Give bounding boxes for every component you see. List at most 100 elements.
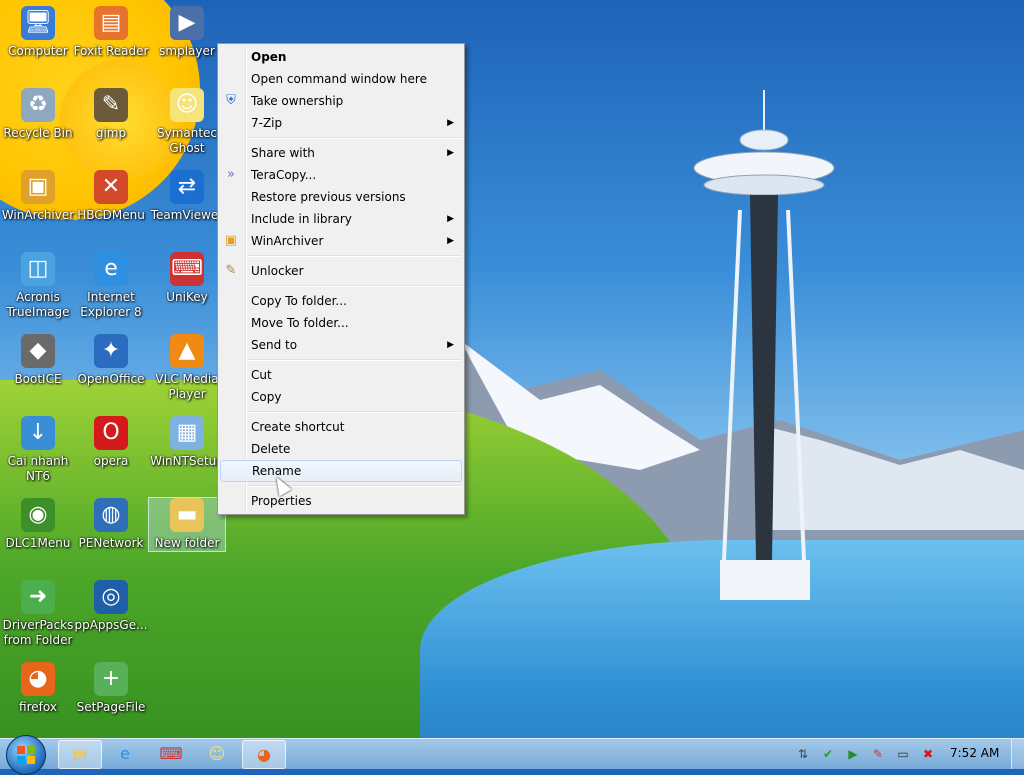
- windows-logo-icon: [17, 746, 35, 764]
- recycle-bin-icon: ♻: [21, 88, 55, 122]
- menu-item-7-zip[interactable]: 7-Zip ▶: [218, 112, 464, 134]
- desktop-icon[interactable]: ↓ Cai nhanh NT6: [0, 416, 76, 484]
- taskbar-button[interactable]: ▤: [58, 740, 102, 769]
- desktop-icon[interactable]: ➜ DriverPacks from Folder: [0, 580, 76, 648]
- menu-item-label: Copy: [251, 390, 282, 404]
- menu-item-take-ownership[interactable]: ⛨ Take ownership: [218, 90, 464, 112]
- media-tray-icon[interactable]: ▶: [845, 746, 861, 762]
- taskbar-button[interactable]: ⌨: [150, 740, 192, 767]
- desktop-icon[interactable]: ☺ Symantec Ghost: [149, 88, 225, 156]
- ghost-icon: ☺: [170, 88, 204, 122]
- desktop-icon[interactable]: ◍ PENetwork: [73, 498, 149, 551]
- desktop-icon-label: ppAppsGe...: [74, 618, 148, 632]
- taskbar-clock[interactable]: 7:52 AM: [950, 746, 999, 760]
- explorer-icon: ▤: [72, 745, 88, 764]
- menu-item-label: 7-Zip: [251, 116, 283, 130]
- desktop-icon-label: Foxit Reader: [73, 44, 149, 58]
- media-player-icon: ▶: [170, 6, 204, 40]
- desktop-icon[interactable]: ✦ OpenOffice: [73, 334, 149, 387]
- desktop-icon-label: DLC1Menu: [5, 536, 71, 550]
- desktop-icon[interactable]: ♻ Recycle Bin: [0, 88, 76, 141]
- bootice-icon: ◆: [21, 334, 55, 368]
- menu-item-copy-to-folder[interactable]: Copy To folder...: [218, 290, 464, 312]
- menu-item-share-with[interactable]: Share with ▶: [218, 142, 464, 164]
- desktop-icon[interactable]: ⇄ TeamViewer: [149, 170, 225, 223]
- desktop-icon-label: DriverPacks from Folder: [2, 618, 74, 647]
- menu-item-label: Create shortcut: [251, 420, 345, 434]
- menu-item-copy[interactable]: Copy: [218, 386, 464, 408]
- desktop-icon-label: New folder: [154, 536, 220, 550]
- desktop-icon[interactable]: ◫ Acronis TrueImage: [0, 252, 76, 320]
- desktop-icon[interactable]: ▦ WinNTSetup: [149, 416, 225, 469]
- submenu-arrow-icon: ▶: [447, 340, 454, 350]
- menu-item-label: Copy To folder...: [251, 294, 347, 308]
- desktop-icon-label: VLC Media Player: [155, 372, 219, 401]
- display-tray-icon[interactable]: ▭: [895, 746, 911, 762]
- network-icon: ◍: [94, 498, 128, 532]
- menu-item-open[interactable]: Open: [218, 46, 464, 68]
- desktop-icon[interactable]: ▣ WinArchiver: [0, 170, 76, 223]
- setup-icon: ↓: [21, 416, 55, 450]
- taskbar-button[interactable]: ☺: [196, 740, 238, 767]
- winarchiver-icon: ▣: [224, 233, 238, 248]
- taskbar-button[interactable]: e: [104, 740, 146, 767]
- opera-icon: O: [94, 416, 128, 450]
- desktop-icon-label: firefox: [19, 700, 57, 714]
- menu-item-teracopy[interactable]: » TeraCopy...: [218, 164, 464, 186]
- gimp-icon: ✎: [94, 88, 128, 122]
- desktop-icon[interactable]: + SetPageFile: [73, 662, 149, 715]
- tools-icon: ✕: [94, 170, 128, 204]
- desktop-icon[interactable]: ◆ BootICE: [0, 334, 76, 387]
- desktop-icon-label: Computer: [8, 44, 68, 58]
- app-tray-icon[interactable]: ✎: [870, 746, 886, 762]
- menu-item-move-to-folder[interactable]: Move To folder...: [218, 312, 464, 334]
- desktop-icon-label: TeamViewer: [150, 208, 224, 222]
- desktop-icon[interactable]: ▬ New folder: [148, 497, 226, 552]
- desktop-icon[interactable]: ▶ smplayer: [149, 6, 225, 59]
- desktop-icon[interactable]: ✕ HBCDMenu: [73, 170, 149, 223]
- menu-item-label: Send to: [251, 338, 298, 352]
- desktop-icon[interactable]: ▲ VLC Media Player: [149, 334, 225, 402]
- menu-item-label: Unlocker: [251, 264, 304, 278]
- menu-item-winarchiver[interactable]: ▣ WinArchiver ▶: [218, 230, 464, 252]
- menu-item-delete[interactable]: Delete: [218, 438, 464, 460]
- desktop-icon[interactable]: ⌨ UniKey: [149, 252, 225, 305]
- start-button[interactable]: [6, 735, 46, 775]
- show-desktop-button[interactable]: [1011, 739, 1024, 769]
- menu-item-label: Take ownership: [251, 94, 344, 108]
- folder-icon: ▬: [170, 498, 204, 532]
- context-menu[interactable]: Open Open command window here ⛨ Take owners…: [217, 43, 465, 515]
- menu-item-restore-previous-versions[interactable]: Restore previous versions: [218, 186, 464, 208]
- desktop-icon[interactable]: ◉ DLC1Menu: [0, 498, 76, 551]
- menu-item-properties[interactable]: Properties: [218, 490, 464, 512]
- ppapps-icon: ◎: [94, 580, 128, 614]
- menu-item-label: Share with: [251, 146, 315, 160]
- desktop-icon[interactable]: ▤ Foxit Reader: [73, 6, 149, 59]
- menu-separator: [248, 137, 462, 139]
- desktop-icon-label: HBCDMenu: [77, 208, 145, 222]
- desktop-icon[interactable]: Oopera: [73, 416, 149, 469]
- menu-item-label: Cut: [251, 368, 272, 382]
- desktop-icon[interactable]: ◎ ppAppsGe...: [73, 580, 149, 633]
- desktop-icon[interactable]: ◕ firefox: [0, 662, 76, 715]
- submenu-arrow-icon: ▶: [447, 236, 454, 246]
- desktop-icon[interactable]: 🖥 Computer: [0, 6, 76, 59]
- submenu-arrow-icon: ▶: [447, 118, 454, 128]
- network-tray-icon[interactable]: ⇅: [795, 746, 811, 762]
- shield-tray-icon[interactable]: ✔: [820, 746, 836, 762]
- menu-item-label: Delete: [251, 442, 291, 456]
- desktop-icon-label: Cai nhanh NT6: [7, 454, 69, 483]
- menu-item-label: Open: [251, 50, 287, 64]
- desktop-icon[interactable]: e Internet Explorer 8: [73, 252, 149, 320]
- taskbar-button[interactable]: ◕: [242, 740, 286, 769]
- desktop-icon-label: smplayer: [159, 44, 215, 58]
- menu-item-include-in-library[interactable]: Include in library ▶: [218, 208, 464, 230]
- menu-item-open-command-window-here[interactable]: Open command window here: [218, 68, 464, 90]
- volume-muted-icon[interactable]: ✖: [920, 746, 936, 762]
- menu-item-cut[interactable]: Cut: [218, 364, 464, 386]
- menu-item-create-shortcut[interactable]: Create shortcut: [218, 416, 464, 438]
- menu-item-unlocker[interactable]: ✎ Unlocker: [218, 260, 464, 282]
- desktop-icon[interactable]: ✎ gimp: [73, 88, 149, 141]
- menu-item-rename[interactable]: Rename: [220, 460, 462, 482]
- menu-item-send-to[interactable]: Send to ▶: [218, 334, 464, 356]
